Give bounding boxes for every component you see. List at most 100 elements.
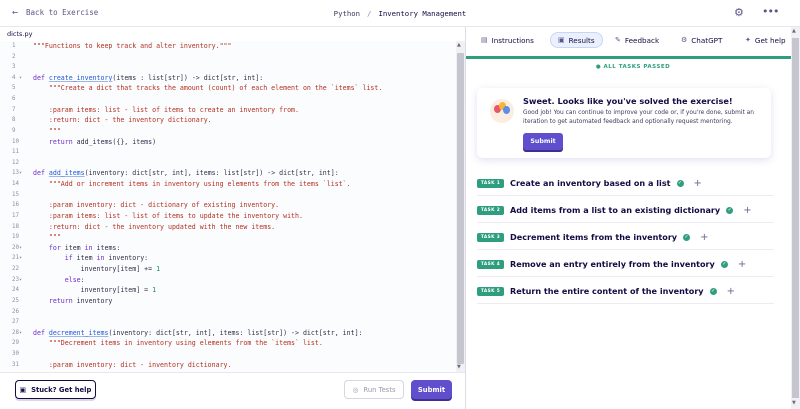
task-item[interactable]: TASK 1 Create an inventory based on a lis…: [477, 174, 702, 192]
panel-scrollbar-thumb[interactable]: [792, 38, 799, 398]
line-number: 31: [12, 361, 19, 368]
code-line[interactable]: 20 ▾ for item in items:: [0, 243, 455, 254]
code-line[interactable]: 15: [0, 190, 455, 201]
code-line[interactable]: 30: [0, 349, 455, 360]
code-line[interactable]: 18 :return: dict - the inventory updated…: [0, 222, 455, 233]
code-line[interactable]: 6: [0, 94, 455, 105]
code-line[interactable]: 22 inventory[item] += 1: [0, 264, 455, 275]
check-icon: ✓: [676, 179, 684, 187]
code-line[interactable]: 24 inventory[item] = 1: [0, 285, 455, 296]
code-line[interactable]: 31 :param inventory: dict - inventory di…: [0, 360, 455, 371]
fold-icon[interactable]: ▾: [19, 328, 22, 339]
code-line[interactable]: 21 ▾ if item in inventory:: [0, 253, 455, 264]
code-line[interactable]: 23 ▾ else:: [0, 275, 455, 286]
book-icon: ▤: [481, 36, 488, 44]
code-line[interactable]: 2: [0, 52, 455, 63]
code-line[interactable]: 28 ▾ def decrement_items(inventory: dict[s…: [0, 328, 455, 339]
help-icon: ▣: [19, 385, 27, 394]
tab-label: ChatGPT: [691, 35, 723, 45]
expand-icon[interactable]: +: [700, 232, 708, 243]
code-text: inventory[item] = 1: [33, 286, 157, 295]
tab-results[interactable]: ▣ Results: [550, 32, 603, 48]
task-item[interactable]: TASK 4 Remove an entry entirely from the …: [477, 255, 746, 273]
success-text: Good job! You can continue to improve yo…: [523, 110, 755, 125]
task-item[interactable]: TASK 5 Return the entire content of the i…: [477, 282, 735, 300]
code-line[interactable]: 29 """Decrement items in inventory using…: [0, 338, 455, 349]
panel-scroll-down-icon[interactable]: ▼: [792, 400, 796, 406]
code-line[interactable]: 10 return add_items({}, items): [0, 137, 455, 148]
code-line[interactable]: 3: [0, 62, 455, 73]
task-item[interactable]: TASK 3 Decrement items from the inventory…: [477, 228, 708, 246]
expand-icon[interactable]: +: [743, 205, 751, 216]
code-line[interactable]: 25 return inventory: [0, 296, 455, 307]
code-text: def create_inventory(items : list[str]) …: [33, 73, 264, 82]
code-line[interactable]: 14 """Add or increment items in inventor…: [0, 179, 455, 190]
line-number: 24: [12, 287, 19, 294]
run-tests-label: Run Tests: [363, 385, 396, 394]
tab-get-help[interactable]: ✦ Get help: [738, 32, 793, 48]
code-line[interactable]: 4 ▾ def create_inventory(items : list[str]…: [0, 73, 455, 84]
tab-feedback[interactable]: ✎ Feedback: [608, 32, 666, 48]
expand-icon[interactable]: +: [738, 259, 746, 270]
gear-icon[interactable]: ⚙: [734, 6, 744, 19]
code-text: :return: dict - the inventory dictionary…: [33, 116, 212, 125]
code-line[interactable]: 26: [0, 307, 455, 318]
code-line[interactable]: 12: [0, 158, 455, 169]
expand-icon[interactable]: +: [694, 178, 702, 189]
fold-icon[interactable]: ▾: [19, 73, 22, 84]
check-icon: ✓: [683, 233, 691, 241]
tab-chatgpt[interactable]: ⚙ ChatGPT: [674, 32, 729, 48]
code-line[interactable]: 1 """Functions to keep track and alter in…: [0, 41, 455, 52]
code-line[interactable]: 5 """Create a dict that tracks the amoun…: [0, 83, 455, 94]
get-help-button[interactable]: ▣ Stuck? Get help: [15, 380, 96, 399]
code-line[interactable]: 7 :param items: list - list of items to …: [0, 105, 455, 116]
editor-footer: ▣ Stuck? Get help ◎ Run Tests Submit: [0, 372, 465, 409]
code-editor[interactable]: 1 """Functions to keep track and alter in…: [0, 41, 465, 372]
code-line[interactable]: 16 :param inventory: dict - dictionary o…: [0, 200, 455, 211]
chat-icon: ✎: [615, 36, 621, 44]
panel-scroll-up-icon[interactable]: ▲: [792, 28, 796, 34]
code-line[interactable]: 9 """: [0, 126, 455, 137]
fold-icon[interactable]: ▾: [19, 253, 22, 264]
line-number: 10: [12, 138, 19, 145]
play-icon: ◎: [352, 385, 359, 394]
task-title: Return the entire content of the invento…: [510, 286, 704, 296]
submit-button[interactable]: Submit: [411, 380, 452, 399]
code-line[interactable]: 19 """: [0, 232, 455, 243]
task-item[interactable]: TASK 2 Add items from a list to an existi…: [477, 201, 752, 219]
expand-icon[interactable]: +: [727, 286, 735, 297]
fold-icon[interactable]: ▾: [19, 275, 22, 286]
file-tab-label: dicts.py: [7, 30, 33, 38]
line-number: 25: [12, 297, 19, 304]
get-help-label: Stuck? Get help: [31, 385, 92, 394]
code-line[interactable]: 8 :return: dict - the inventory dictiona…: [0, 115, 455, 126]
panel-tabs: ▤ Instructions ▣ Results ✎ Feedback ⚙ ChatGPT ✦ G…: [466, 27, 800, 56]
fold-icon[interactable]: ▾: [19, 168, 22, 179]
scroll-up-icon[interactable]: ▲: [457, 42, 461, 48]
card-submit-button[interactable]: Submit: [523, 133, 563, 150]
tab-label: Get help: [754, 35, 786, 45]
line-number: 12: [12, 159, 19, 166]
code-text: else:: [33, 275, 85, 284]
code-line[interactable]: 27: [0, 317, 455, 328]
code-text: inventory[item] += 1: [33, 265, 161, 274]
results-icon: ▣: [558, 36, 565, 44]
code-line[interactable]: 11: [0, 147, 455, 158]
fold-icon[interactable]: ▾: [19, 243, 22, 254]
more-icon[interactable]: •••: [762, 5, 779, 18]
task-separator: [477, 249, 774, 250]
file-tab[interactable]: dicts.py: [0, 27, 465, 41]
breadcrumb-track[interactable]: Python: [334, 9, 360, 18]
breadcrumb-exercise: Inventory Management: [378, 9, 467, 18]
line-number: 21: [12, 255, 19, 262]
code-line[interactable]: 17 :param items: list - list of items to…: [0, 211, 455, 222]
check-icon: ✓: [720, 260, 728, 268]
code-line[interactable]: 13 ▾ def add_items(inventory: dict[str, in…: [0, 168, 455, 179]
task-separator: [477, 303, 774, 304]
line-number: 8: [12, 117, 16, 124]
editor-scrollbar-thumb[interactable]: [457, 53, 464, 364]
scroll-down-icon[interactable]: ▼: [457, 364, 461, 370]
run-tests-button[interactable]: ◎ Run Tests: [344, 380, 404, 399]
line-number: 27: [12, 319, 19, 326]
tab-instructions[interactable]: ▤ Instructions: [474, 32, 541, 48]
